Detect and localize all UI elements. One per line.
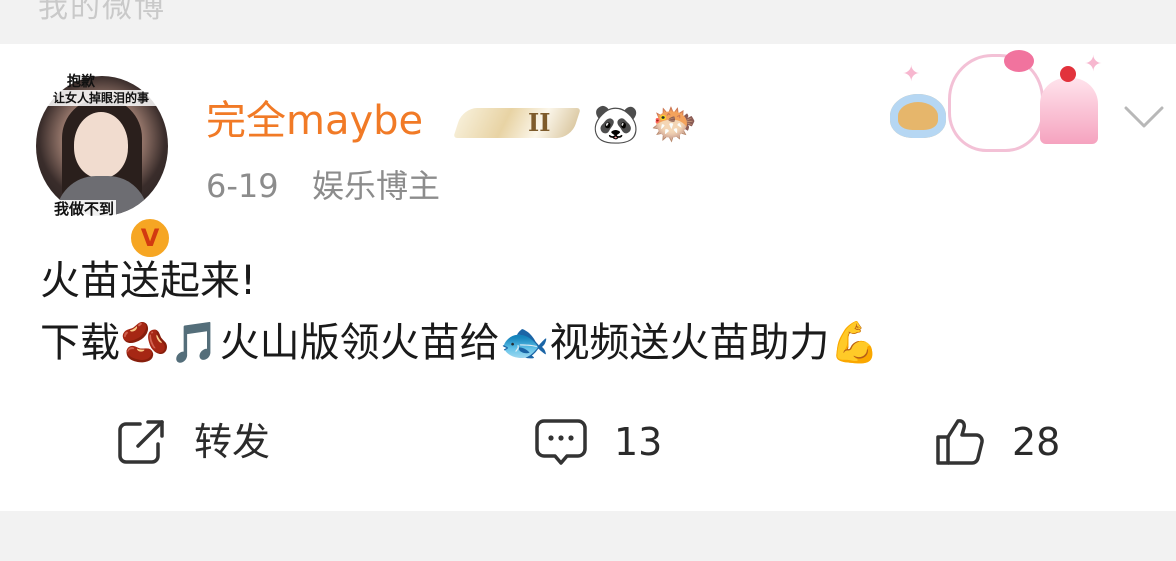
username[interactable]: 完全maybe: [206, 96, 423, 146]
fish-emoji-icon: 🐟: [499, 320, 550, 366]
card-decoration: ✦ ✦: [884, 44, 1106, 152]
weibo-post-card[interactable]: 抱歉 让女人掉眼泪的事 我做不到 V 完全maybe II 🐼 🐡 6-19 娱…: [0, 44, 1176, 511]
content-line-1: 火苗送起来!: [40, 258, 257, 304]
star-decoration-icon: ✦: [1084, 52, 1103, 77]
beans-emoji-icon: 🫘: [120, 320, 170, 366]
pufferfish-badge-icon[interactable]: 🐡: [650, 102, 697, 146]
post-content[interactable]: 火苗送起来! 下载🫘🎵火山版领火苗给🐟视频送火苗助力💪: [40, 250, 1140, 374]
thumbs-up-icon: [934, 417, 986, 467]
repost-button[interactable]: 转发: [116, 416, 270, 468]
post-timestamp: 6-19: [206, 167, 279, 205]
avatar-caption-top: 抱歉 让女人掉眼泪的事: [32, 74, 170, 106]
panda-badge-icon[interactable]: 🐼: [592, 102, 639, 146]
avatar[interactable]: 抱歉 让女人掉眼泪的事 我做不到 V: [32, 74, 172, 260]
comment-count: 13: [614, 420, 663, 464]
like-count: 28: [1012, 420, 1061, 464]
music-note-emoji-icon: 🎵: [169, 320, 220, 366]
bow-decoration-icon: [1004, 50, 1034, 72]
content-text: 视频送火苗助力: [549, 320, 830, 366]
previous-card-text: 我的微博: [38, 0, 166, 25]
content-line-2: 下载🫘🎵火山版领火苗给🐟视频送火苗助力💪: [40, 312, 1140, 374]
content-text: 火山版领火苗给: [219, 320, 500, 366]
previous-card-strip: 我的微博: [0, 0, 1176, 44]
like-button[interactable]: 28: [934, 416, 1060, 468]
level-badge-icon[interactable]: II: [453, 106, 582, 140]
cherry-decoration-icon: [1060, 66, 1076, 82]
star-decoration-icon: ✦: [902, 62, 921, 87]
avatar-caption-line1: 抱歉: [67, 74, 95, 90]
next-card-strip: [0, 511, 1176, 561]
repost-label: 转发: [194, 420, 271, 464]
comment-bubble-icon: [534, 417, 588, 467]
cookie-decoration-icon: [890, 94, 946, 138]
comment-button[interactable]: 13: [534, 416, 662, 468]
level-badge-text: II: [528, 108, 551, 137]
content-text: 下载: [40, 320, 120, 366]
avatar-caption-line2: 让女人掉眼泪的事: [38, 90, 164, 106]
flexed-biceps-emoji-icon: 💪: [829, 320, 880, 366]
avatar-caption-bottom: 我做不到: [52, 200, 117, 218]
share-out-icon: [116, 418, 168, 466]
cupcake-decoration-icon: [1040, 78, 1098, 144]
chevron-down-icon[interactable]: [1122, 102, 1166, 132]
user-category: 娱乐博主: [312, 167, 441, 205]
